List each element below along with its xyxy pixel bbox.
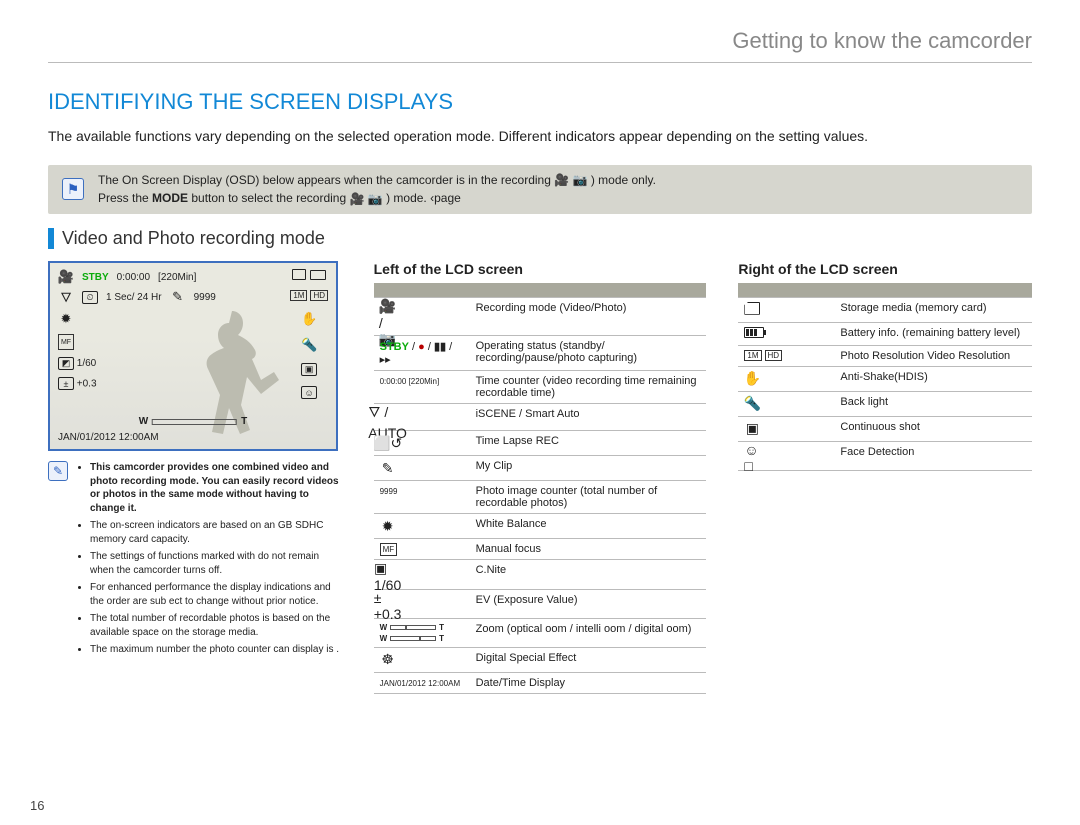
note-icon: ⚑ [62,178,84,200]
subsection-title: Video and Photo recording mode [48,228,1032,249]
table-row: Battery info. (remaining battery level) [738,322,1032,345]
table-row: ▣ 1/60C.Nite [374,560,707,590]
time-counter: 0:00:00 [117,272,150,283]
camera-icon: 📷 [368,190,383,208]
table-row: ✎My Clip [374,456,707,481]
footnote-2: The on-screen indicators are based on an… [90,519,342,546]
table-row: ☺□Face Detection [738,441,1032,470]
table-row: ☸Digital Special Effect [374,647,707,672]
table-row: 🜄 / AUTOiSCENE / Smart Auto [374,403,707,431]
note-line-1: The On Screen Display (OSD) below appear… [98,171,656,190]
storage-card-icon [292,269,306,280]
section-title: IDENTIFIYING THE SCREEN DISPLAYS [48,89,1032,115]
footnote-box: ✎ This camcorder provides one combined v… [48,461,342,661]
table-row: 🔦Back light [738,391,1032,416]
video-camera-icon: 🎥 [554,171,569,189]
myclip-icon: ✎ [170,289,186,305]
pencil-note-icon: ✎ [48,461,68,481]
iscene-icon: 🜄 [58,289,74,305]
white-balance-icon: ✹ [58,311,74,327]
photo-counter: 9999 [194,292,216,303]
table-row: 🎥 / 📷Recording mode (Video/Photo) [374,297,707,335]
osd-note-box: ⚑ The On Screen Display (OSD) below appe… [48,165,1032,215]
page-number: 16 [30,798,44,813]
table-row: ✹White Balance [374,514,707,539]
intro-paragraph: The available functions vary depending o… [48,127,1032,147]
footnote-bold: This camcorder provides one combined vid… [90,461,342,515]
manual-focus-icon: MF [58,334,74,350]
camera-icon: 📷 [573,171,588,189]
backlight-icon: 🔦 [301,337,317,353]
table-row: 9999Photo image counter (total number of… [374,481,707,514]
footnote-4: For enhanced performance the display ind… [90,581,342,608]
table-row: ⬜↺Time Lapse REC [374,431,707,456]
continuous-shot-icon: ▣ [301,363,317,376]
zoom-bar: WT [139,416,248,427]
lcd-preview: 🎥 STBY 0:00:00 [220Min] 🜄 ⏲ 1 Sec/ 24 Hr… [48,261,338,451]
table-row: STBY / ● / ▮▮ / ▸▸Operating status (stan… [374,335,707,370]
video-camera-icon: 🎥 [58,269,74,285]
right-icon-table: Storage media (memory card)Battery info.… [738,283,1032,471]
page-header: Getting to know the camcorder [48,28,1032,63]
video-camera-icon: 🎥 [349,190,364,208]
anti-shake-icon: ✋ [301,311,317,327]
note-line-2: Press the MODE button to select the reco… [98,189,656,208]
timelapse-interval: 1 Sec/ 24 Hr [106,292,162,303]
table-row: ▣Continuous shot [738,416,1032,441]
table-row: 1MHDPhoto Resolution Video Resolution [738,345,1032,366]
table-row: ✋Anti-Shake(HDIS) [738,366,1032,391]
left-table-title: Left of the LCD screen [374,261,707,277]
footnote-3: The settings of functions marked with do… [90,550,342,577]
table-row: Storage media (memory card) [738,297,1032,322]
face-detect-icon: ☺ [301,386,317,399]
right-table-title: Right of the LCD screen [738,261,1032,277]
footnote-5: The total number of recordable photos is… [90,612,342,639]
battery-icon [310,270,326,280]
timelapse-icon: ⏲ [82,291,98,304]
ev-indicator: ± +0.3 [58,377,97,390]
remaining-time: [220Min] [158,272,196,283]
table-row: ± +0.3EV (Exposure Value) [374,589,707,618]
table-row: 0:00:00 [220Min]Time counter (video reco… [374,370,707,403]
footnote-6: The maximum number the photo counter can… [90,643,342,657]
table-row: WTWTZoom (optical oom / intelli oom / di… [374,618,707,647]
table-row: MFManual focus [374,539,707,560]
left-icon-table: 🎥 / 📷Recording mode (Video/Photo)STBY / … [374,283,707,694]
table-row: JAN/01/2012 12:00AMDate/Time Display [374,672,707,693]
cnite-indicator: ◩ 1/60 [58,357,97,370]
stby-indicator: STBY [82,272,109,283]
datetime-display: JAN/01/2012 12:00AM [58,432,159,443]
